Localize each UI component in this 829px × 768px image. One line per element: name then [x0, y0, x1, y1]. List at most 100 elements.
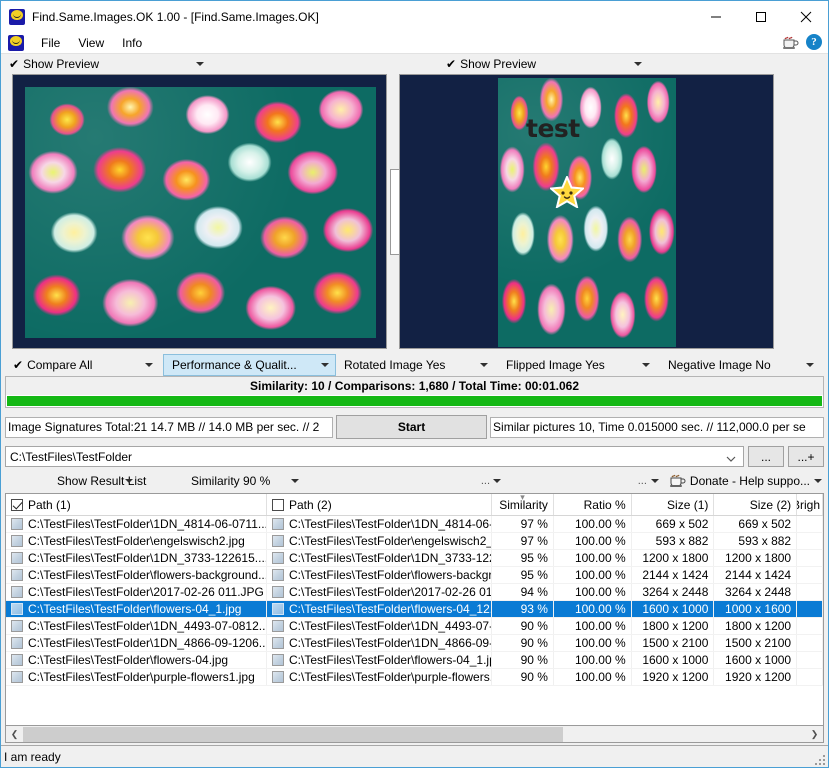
column-header-size1[interactable]: Size (1): [632, 494, 715, 515]
chevron-down-icon[interactable]: [726, 452, 736, 466]
scroll-left-arrow-icon[interactable]: ❮: [6, 727, 23, 742]
chevron-down-icon[interactable]: [634, 62, 642, 66]
option-negative-image-label: Negative Image No: [668, 358, 771, 372]
chevron-down-icon[interactable]: [125, 479, 133, 483]
chevron-down-icon[interactable]: [642, 363, 650, 367]
table-cell-ratio-text: 100.00 %: [574, 653, 626, 667]
add-folder-button[interactable]: ...+: [788, 446, 824, 467]
table-cell-path2-text: C:\TestFiles\TestFolder\1DN_4814-06-...: [289, 517, 493, 531]
table-row[interactable]: C:\TestFiles\TestFolder\1DN_3733-122615.…: [6, 550, 823, 567]
preview-image-right[interactable]: test: [399, 74, 774, 349]
scrollbar-thumb[interactable]: [23, 726, 563, 742]
similarity-threshold-label: Similarity 90 %: [191, 474, 271, 488]
help-icon[interactable]: ?: [806, 34, 822, 50]
similarity-threshold-dropdown[interactable]: Similarity 90 %: [181, 469, 361, 493]
chevron-down-icon[interactable]: [806, 363, 814, 367]
horizontal-scrollbar[interactable]: ❮ ❯: [5, 726, 824, 743]
menu-item-view[interactable]: View: [69, 34, 113, 52]
chevron-down-icon[interactable]: [291, 479, 299, 483]
table-cell-brightness: [797, 516, 823, 532]
column-header-path2[interactable]: Path (2): [267, 494, 493, 515]
table-cell-path2-text: C:\TestFiles\TestFolder\1DN_3733-122...: [289, 551, 493, 565]
table-row[interactable]: C:\TestFiles\TestFolder\purple-flowers1.…: [6, 669, 823, 686]
preview-toggle-row: ✔ Show Preview ✔ Show Preview: [1, 54, 828, 74]
donate-coffee-icon[interactable]: [669, 472, 686, 491]
stats-row: Image Signatures Total:21 14.7 MB // 14.…: [5, 413, 824, 441]
chevron-down-icon[interactable]: [480, 363, 488, 367]
image-file-icon: [11, 603, 23, 615]
table-cell-size1-text: 1600 x 1000: [642, 602, 709, 616]
table-cell-path1: C:\TestFiles\TestFolder\flowers-04_1.jpg: [6, 601, 267, 617]
chevron-down-icon[interactable]: [145, 363, 153, 367]
table-cell-size1-text: 3264 x 2448: [642, 585, 709, 599]
close-button[interactable]: [783, 1, 828, 32]
extra-options-dropdown-1[interactable]: ...: [361, 469, 501, 493]
resize-grip-icon[interactable]: [815, 755, 825, 765]
coffee-cup-icon[interactable]: [782, 34, 799, 50]
table-row[interactable]: C:\TestFiles\TestFolder\engelswisch2.jpg…: [6, 533, 823, 550]
minimize-button[interactable]: [693, 1, 738, 32]
column-header-size2[interactable]: Size (2): [714, 494, 798, 515]
chevron-down-icon[interactable]: [493, 479, 501, 483]
table-cell-ratio-text: 100.00 %: [574, 602, 626, 616]
table-row[interactable]: C:\TestFiles\TestFolder\flowers-04_1.jpg…: [6, 601, 823, 618]
table-cell-similarity-text: 95 %: [520, 551, 548, 565]
table-cell-path2: C:\TestFiles\TestFolder\flowers-backgr..…: [267, 567, 493, 583]
table-cell-path2-text: C:\TestFiles\TestFolder\1DN_4493-07-...: [289, 619, 493, 633]
check-icon: ✔: [13, 358, 24, 372]
show-preview-left-toggle[interactable]: ✔ Show Preview: [1, 54, 214, 74]
option-rotated-image[interactable]: Rotated Image Yes: [336, 354, 498, 376]
preview-image-left[interactable]: [12, 74, 387, 349]
scroll-right-arrow-icon[interactable]: ❯: [806, 727, 823, 742]
select-all-path1-checkbox[interactable]: [11, 498, 23, 511]
menu-bar-right: ?: [782, 34, 822, 50]
folder-path-combobox[interactable]: C:\TestFiles\TestFolder: [5, 446, 744, 467]
results-table: Path (1) Path (2) ▾ Similarity Ratio % S…: [5, 493, 824, 726]
option-compare-all[interactable]: ✔ Compare All: [3, 354, 163, 376]
table-row[interactable]: C:\TestFiles\TestFolder\flowers-backgrou…: [6, 567, 823, 584]
chevron-down-icon[interactable]: [196, 62, 204, 66]
table-cell-path1-text: C:\TestFiles\TestFolder\1DN_4493-07-0812…: [28, 619, 267, 633]
table-row[interactable]: C:\TestFiles\TestFolder\1DN_4866-09-1206…: [6, 635, 823, 652]
maximize-button[interactable]: [738, 1, 783, 32]
option-negative-image[interactable]: Negative Image No: [660, 354, 824, 376]
table-cell-ratio-text: 100.00 %: [574, 585, 626, 599]
option-performance-quality[interactable]: Performance & Qualit...: [163, 354, 336, 376]
table-cell-size1: 1600 x 1000: [632, 652, 715, 668]
path-row: C:\TestFiles\TestFolder ... ...+: [5, 444, 824, 469]
show-preview-right-toggle[interactable]: ✔ Show Preview: [438, 54, 652, 74]
column-header-brightness[interactable]: Brigh: [797, 494, 823, 515]
option-flipped-image[interactable]: Flipped Image Yes: [498, 354, 660, 376]
chevron-down-icon[interactable]: [814, 479, 822, 483]
table-cell-size2-text: 593 x 882: [738, 534, 792, 548]
image-file-icon: [11, 620, 23, 632]
extra-options-2-label[interactable]: ...: [638, 475, 647, 487]
chevron-down-icon[interactable]: [650, 479, 659, 483]
table-row[interactable]: C:\TestFiles\TestFolder\1DN_4814-06-0711…: [6, 516, 823, 533]
table-cell-path1: C:\TestFiles\TestFolder\purple-flowers1.…: [6, 669, 267, 685]
chevron-down-icon[interactable]: [321, 363, 329, 367]
donate-label[interactable]: Donate - Help suppo...: [690, 474, 810, 488]
column-header-path1[interactable]: Path (1): [6, 494, 267, 515]
table-row[interactable]: C:\TestFiles\TestFolder\1DN_4493-07-0812…: [6, 618, 823, 635]
column-header-similarity[interactable]: ▾ Similarity: [492, 494, 554, 515]
window-controls: [693, 1, 828, 32]
start-button[interactable]: Start: [335, 415, 488, 439]
menu-item-file[interactable]: File: [32, 34, 69, 52]
table-row[interactable]: C:\TestFiles\TestFolder\2017-02-26 011.J…: [6, 584, 823, 601]
select-all-path2-checkbox[interactable]: [272, 498, 284, 511]
table-cell-size1-text: 1920 x 1200: [642, 670, 709, 684]
table-cell-size2: 3264 x 2448: [714, 584, 798, 600]
table-cell-path2-text: C:\TestFiles\TestFolder\1DN_4866-09-...: [289, 636, 493, 650]
menu-item-info[interactable]: Info: [113, 34, 151, 52]
column-header-ratio[interactable]: Ratio %: [554, 494, 632, 515]
table-cell-ratio: 100.00 %: [554, 567, 632, 583]
show-result-list-dropdown[interactable]: Show Result List: [1, 469, 181, 493]
table-cell-size1: 593 x 882: [632, 533, 715, 549]
table-cell-path1-text: C:\TestFiles\TestFolder\1DN_4814-06-0711…: [28, 517, 267, 531]
browse-folder-button[interactable]: ...: [748, 446, 784, 467]
image-file-icon: [11, 586, 23, 598]
table-cell-path2-text: C:\TestFiles\TestFolder\engelswisch2_...: [289, 534, 493, 548]
table-row[interactable]: C:\TestFiles\TestFolder\flowers-04.jpg C:…: [6, 652, 823, 669]
scrollbar-track[interactable]: [23, 726, 806, 742]
